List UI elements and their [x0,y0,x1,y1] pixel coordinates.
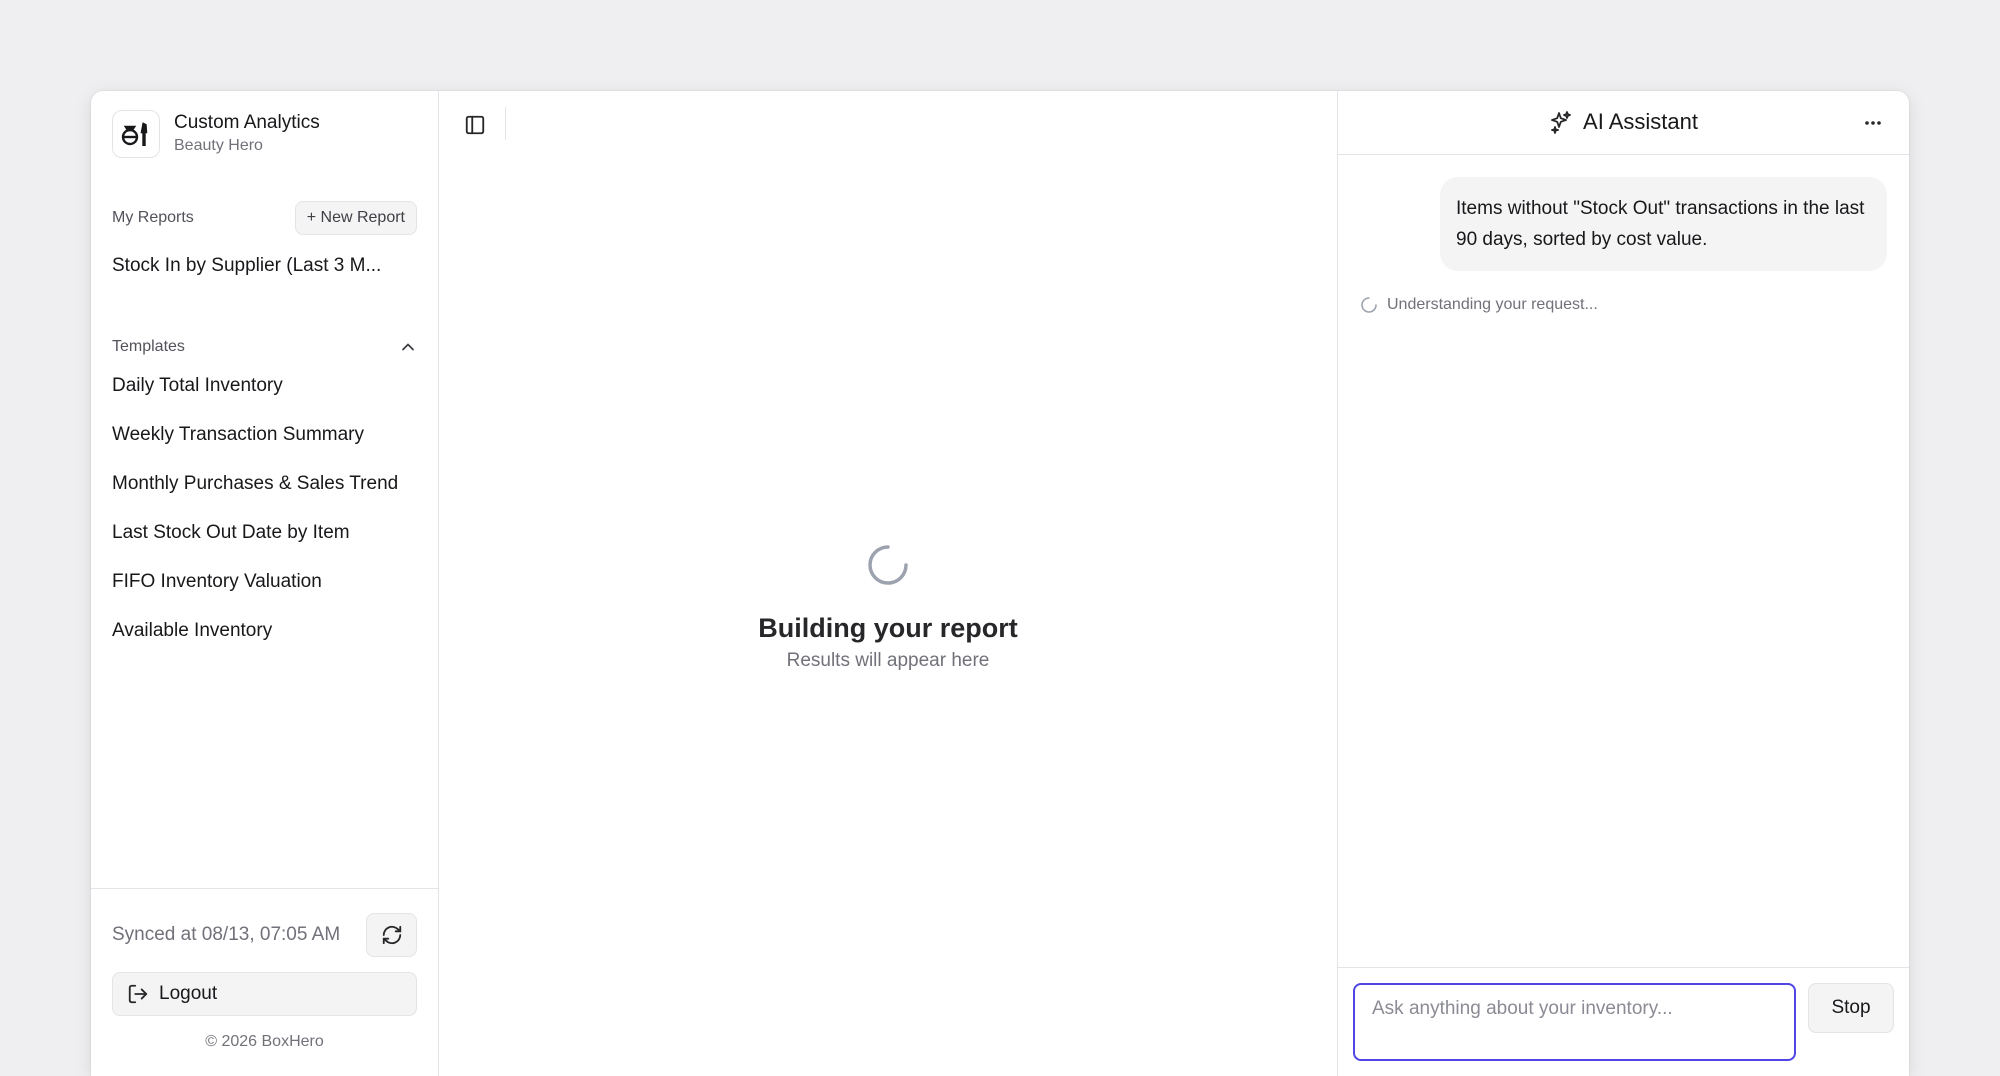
assistant-panel: AI Assistant Items without "Stock Out" t… [1338,91,1909,1076]
app-window: Custom Analytics Beauty Hero My Reports … [91,91,1909,1076]
loading-subtitle: Results will appear here [786,650,990,671]
logout-label: Logout [159,983,218,1004]
sidebar: Custom Analytics Beauty Hero My Reports … [91,91,439,1076]
sidebar-toggle-icon [464,114,486,136]
chevron-up-icon[interactable] [399,338,417,356]
my-reports-label: My Reports [112,209,194,226]
copyright: © 2026 BoxHero [205,1033,324,1050]
sync-status: Synced at 08/13, 07:05 AM [112,924,341,945]
loading-state: Building your report Results will appear… [439,543,1337,672]
report-item[interactable]: Stock In by Supplier (Last 3 M... [112,255,417,277]
new-report-button[interactable]: + New Report [294,201,417,235]
templates-label: Templates [112,338,185,355]
toolbar-divider [505,107,506,140]
assistant-header: AI Assistant [1338,91,1909,155]
sidebar-toggle-button[interactable] [457,107,493,143]
chat-input[interactable] [1353,983,1796,1061]
my-reports-header: My Reports + New Report [112,201,417,235]
sync-button[interactable] [366,913,417,957]
loading-title: Building your report [758,613,1018,643]
status-text: Understanding your request... [1387,296,1598,313]
app-title: Custom Analytics [174,112,320,133]
template-item[interactable]: Weekly Transaction Summary [112,424,417,446]
template-item[interactable]: Available Inventory [112,620,417,642]
refresh-icon [381,924,403,946]
sync-row: Synced at 08/13, 07:05 AM [112,913,417,957]
stop-button[interactable]: Stop [1808,983,1894,1033]
brand: Custom Analytics Beauty Hero [112,110,320,158]
makeup-logo-icon [112,110,160,158]
template-item[interactable]: Monthly Purchases & Sales Trend [112,473,417,495]
templates-header[interactable]: Templates [112,335,417,359]
template-item[interactable]: Daily Total Inventory [112,375,417,397]
app-subtitle: Beauty Hero [174,137,263,154]
logout-icon [127,983,159,1005]
sidebar-footer: Synced at 08/13, 07:05 AM Logout © 2026 … [91,888,438,1076]
assistant-status: Understanding your request... [1360,296,1598,314]
more-horizontal-icon [1863,113,1883,133]
assistant-title: AI Assistant [1583,109,1698,134]
chat-composer: Stop [1338,967,1909,1076]
spinner-icon [439,543,1337,587]
user-message: Items without "Stock Out" transactions i… [1440,177,1887,271]
logout-button[interactable]: Logout [112,972,417,1016]
template-item[interactable]: Last Stock Out Date by Item [112,522,417,544]
spinner-icon [1360,296,1387,314]
sparkles-icon [1549,110,1583,134]
template-item[interactable]: FIFO Inventory Valuation [112,571,417,593]
main-panel: Building your report Results will appear… [439,91,1338,1076]
more-button[interactable] [1859,109,1887,137]
